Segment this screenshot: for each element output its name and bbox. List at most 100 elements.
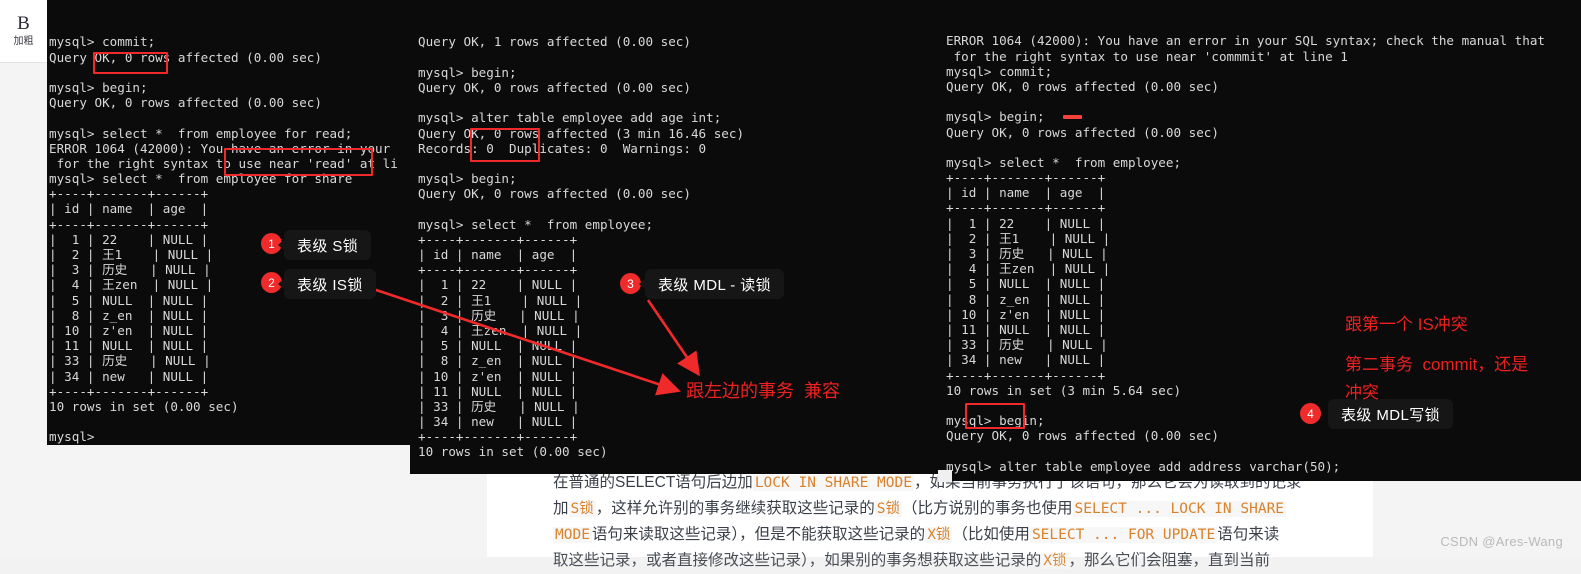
terminal-line: mysql> alter table employee add address … <box>946 458 1341 474</box>
callout-badge-4: 4 <box>1300 403 1321 424</box>
terminal-line: | id | name | age | <box>418 247 578 263</box>
article-line-4-text-a: 取这些记录，或者直接修改这些记录），如果别的事务想获取这些记录的 <box>553 552 1042 569</box>
terminal-session-2[interactable]: Query OK, 1 rows affected (0.00 sec) mys… <box>410 0 948 474</box>
article-line-3-text-a: 语句来读取这些记录），但是不能获取这些记录的 <box>591 526 926 543</box>
terminal-line: Query OK, 1 rows affected (0.00 sec) <box>418 34 691 50</box>
terminal-session-1[interactable]: mysql> commit; Query OK, 0 rows affected … <box>47 0 412 445</box>
article-line-1-text-a: 在普通的SELECT语句后边加 <box>553 474 753 491</box>
article-line-3-code-2: X锁 <box>925 527 953 543</box>
terminal-line: | 3 | 历史 | NULL | <box>418 307 580 323</box>
terminal-line: | 8 | z_en | NULL | <box>418 353 578 369</box>
terminal-line: mysql> select * from employee for share <box>49 171 353 187</box>
terminal-line: Query OK, 0 rows affected (0.00 sec) <box>49 49 322 65</box>
note-compat: 跟左边的事务 兼容 <box>686 381 841 401</box>
terminal-line: +----+-------+------+ <box>418 429 578 445</box>
callout-chip-4: 表级 MDL写锁 <box>1328 399 1454 429</box>
terminal-line: | 5 | NULL | NULL | <box>946 276 1106 292</box>
terminal-line: Query OK, 0 rows affected (0.00 sec) <box>418 186 691 202</box>
article-line-3-text-c: 语句来读 <box>1217 526 1280 543</box>
terminal-line: mysql> select * from employee; <box>946 154 1182 170</box>
article-line-1-code: LOCK IN SHARE MODE <box>752 475 914 491</box>
article-line-2-code-3: SELECT ... LOCK IN SHARE <box>1072 501 1287 517</box>
terminal-line: 10 rows in set (0.00 sec) <box>418 444 608 460</box>
terminal-line: | 11 | NULL | NULL | <box>946 321 1106 337</box>
article-line-4-text-b: ，那么它们会阻塞，直到当前 <box>1068 552 1271 569</box>
callout-chip-1: 表级 S锁 <box>284 230 372 260</box>
callout-badge-3: 3 <box>620 273 641 294</box>
article-line-3-code-1: MODE <box>553 527 592 543</box>
bold-button-label: 加粗 <box>13 36 34 47</box>
terminal-line: Query OK, 0 rows affected (0.00 sec) <box>946 124 1219 140</box>
terminal-line: 10 rows in set (3 min 5.64 sec) <box>946 382 1182 398</box>
terminal-line: mysql> commit; <box>49 34 156 50</box>
terminal-line: | 11 | NULL | NULL | <box>418 383 578 399</box>
terminal-line: mysql> begin; <box>946 109 1045 125</box>
note-is-conflict: 跟第一个 IS冲突 <box>1345 315 1468 334</box>
terminal-line: mysql> alter table employee add age int; <box>418 110 722 126</box>
terminal-line: +----+-------+------+ <box>49 186 209 202</box>
terminal-line: ERROR 1064 (42000): You have an error in… <box>49 140 391 156</box>
article-line-4-code-1: X锁 <box>1041 553 1069 569</box>
underline-rows-right <box>1063 115 1082 119</box>
terminal-line: | 1 | 22 | NULL | <box>946 215 1106 231</box>
terminal-line: mysql> commit; <box>946 63 1053 79</box>
terminal-line: Query OK, 0 rows affected (0.00 sec) <box>946 78 1219 94</box>
terminal-line: | 11 | NULL | NULL | <box>49 338 209 354</box>
terminal-3-lines: ERROR 1064 (42000): You have an error in… <box>946 33 1581 473</box>
terminal-line: Records: 0 Duplicates: 0 Warnings: 0 <box>418 140 707 156</box>
article-line-2-text-b: ，这样允许别的事务继续获取这些记录的 <box>595 500 875 517</box>
terminal-line: +----+-------+------+ <box>418 231 578 247</box>
terminal-line: | 33 | 历史 | NULL | <box>418 398 580 414</box>
terminal-line: | 34 | new | NULL | <box>49 368 209 384</box>
article-line-2-text-c: （比方说别的事务也使用 <box>902 500 1073 517</box>
terminal-line: | id | name | age | <box>946 185 1106 201</box>
terminal-line: +----+-------+------+ <box>49 383 209 399</box>
note-second-txn-line2: 冲突 <box>1345 383 1379 402</box>
article-line-2-text-a: 加 <box>553 500 569 517</box>
terminal-line: | 8 | z_en | NULL | <box>49 307 209 323</box>
terminal-line: for the right syntax to use near 'commmi… <box>946 48 1348 64</box>
article-line-4: 取这些记录，或者直接修改这些记录），如果别的事务想获取这些记录的 X锁 ，那么它们会… <box>553 548 1353 574</box>
terminal-line: | 4 | 王zen | NULL | <box>946 261 1111 277</box>
terminal-line: Query OK, 0 rows affected (0.00 sec) <box>49 95 322 111</box>
terminal-line: for the right syntax to use near 'read' … <box>49 155 398 171</box>
article-line-3-code-3: SELECT ... FOR UPDATE <box>1029 527 1218 543</box>
terminal-line: mysql> begin; <box>418 171 517 187</box>
terminal-line: | 8 | z_en | NULL | <box>946 291 1106 307</box>
article-line-2-code-1: S锁 <box>568 501 596 517</box>
article-line-2-code-2: S锁 <box>874 501 902 517</box>
watermark: CSDN @Ares-Wang <box>1440 534 1563 549</box>
article-body: 在普通的SELECT语句后边加 LOCK IN SHARE MODE ，如果当前事务… <box>553 470 1353 574</box>
terminal-line: | 34 | new | NULL | <box>418 414 578 430</box>
callout-chip-2: 表级 IS锁 <box>284 269 376 299</box>
terminal-line: | 33 | 历史 | NULL | <box>49 353 211 369</box>
terminal-session-3[interactable]: ERROR 1064 (42000): You have an error in… <box>940 0 1581 481</box>
terminal-line: | 5 | NULL | NULL | <box>418 338 578 354</box>
article-line-2: 加 S锁 ，这样允许别的事务继续获取这些记录的 S锁 （比方说别的事务也使用 SELECT… <box>553 496 1353 522</box>
terminal-line: mysql> begin; <box>49 79 148 95</box>
terminal-2-lines: Query OK, 1 rows affected (0.00 sec) mys… <box>418 34 948 474</box>
article-line-3-text-b: （比如使用 <box>952 526 1030 543</box>
terminal-line: | 2 | 王1 | NULL | <box>946 230 1111 246</box>
terminal-line: Query OK, 0 rows affected (0.00 sec) <box>418 79 691 95</box>
terminal-line: | 3 | 历史 | NULL | <box>946 246 1108 262</box>
terminal-line: | 10 | z'en | NULL | <box>49 322 209 338</box>
terminal-line: | 10 | z'en | NULL | <box>418 368 578 384</box>
bold-format-button[interactable]: B 加粗 <box>0 0 48 63</box>
terminal-line: | 10 | z'en | NULL | <box>946 306 1106 322</box>
terminal-line: 10 rows in set (0.00 sec) <box>49 398 239 414</box>
terminal-line: | id | name | age | <box>49 201 209 217</box>
terminal-line: | 4 | 王zen | NULL | <box>418 322 583 338</box>
terminal-line: mysql> <box>49 429 95 445</box>
